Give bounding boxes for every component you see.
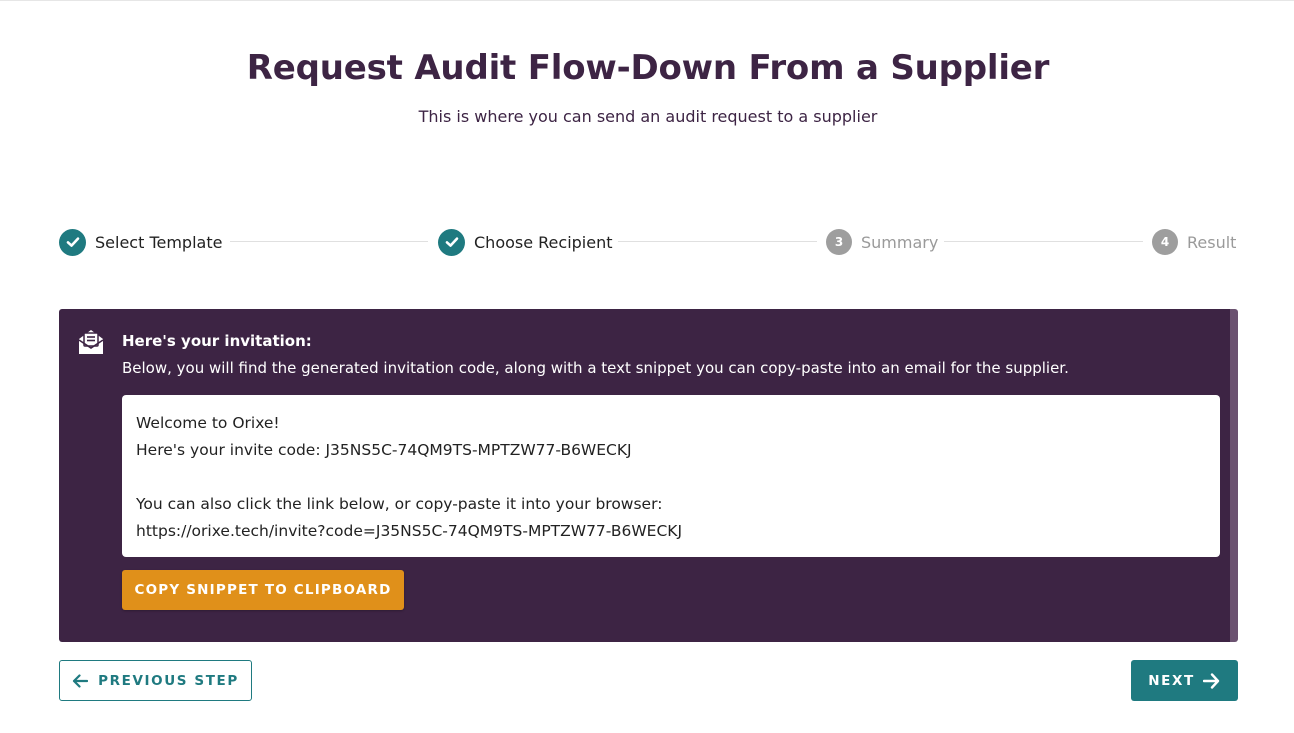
step-connector: [230, 241, 428, 242]
step-connector: [618, 241, 817, 242]
invitation-panel: Here's your invitation: Below, you will …: [59, 309, 1238, 642]
step-label: Result: [1187, 232, 1237, 252]
snippet-line: https://orixe.tech/invite?code=J35NS5C-7…: [136, 522, 683, 540]
step-number-badge: 4: [1152, 229, 1178, 255]
copy-snippet-button[interactable]: COPY SNIPPET TO CLIPBOARD: [122, 570, 404, 610]
step-result: 4 Result: [1152, 227, 1236, 257]
invitation-heading: Here's your invitation:: [122, 332, 312, 350]
snippet-line: You can also click the link below, or co…: [136, 495, 663, 513]
step-label: Choose Recipient: [474, 232, 613, 252]
arrow-right-icon: [1202, 672, 1221, 689]
step-number-badge: 3: [826, 229, 852, 255]
snippet-line: Welcome to Orixe!: [136, 414, 280, 432]
invitation-snippet[interactable]: Welcome to Orixe! Here's your invite cod…: [122, 395, 1220, 557]
envelope-open-icon: [76, 327, 106, 357]
previous-step-label: PREVIOUS STEP: [98, 672, 239, 689]
next-label: NEXT: [1148, 672, 1195, 689]
previous-step-button[interactable]: PREVIOUS STEP: [59, 660, 252, 701]
page-title: Request Audit Flow-Down From a Supplier: [246, 48, 1050, 88]
step-select-template[interactable]: Select Template: [59, 227, 222, 257]
next-button[interactable]: NEXT: [1131, 660, 1238, 701]
page-subtitle: This is where you can send an audit requ…: [418, 107, 878, 126]
step-choose-recipient[interactable]: Choose Recipient: [438, 227, 613, 257]
snippet-line: Here's your invite code: J35NS5C-74QM9TS…: [136, 441, 632, 459]
check-circle-icon: [59, 228, 86, 256]
step-connector: [944, 241, 1143, 242]
step-label: Select Template: [95, 232, 223, 252]
invitation-description: Below, you will find the generated invit…: [122, 359, 1069, 377]
page: Request Audit Flow-Down From a Supplier …: [0, 0, 1294, 733]
snippet-line: [136, 464, 1206, 491]
arrow-left-icon: [72, 673, 89, 688]
check-circle-icon: [438, 228, 465, 256]
step-label: Summary: [861, 232, 939, 252]
step-summary: 3 Summary: [826, 227, 938, 257]
stepper: Select Template Choose Recipient 3 Summa…: [59, 227, 1238, 257]
